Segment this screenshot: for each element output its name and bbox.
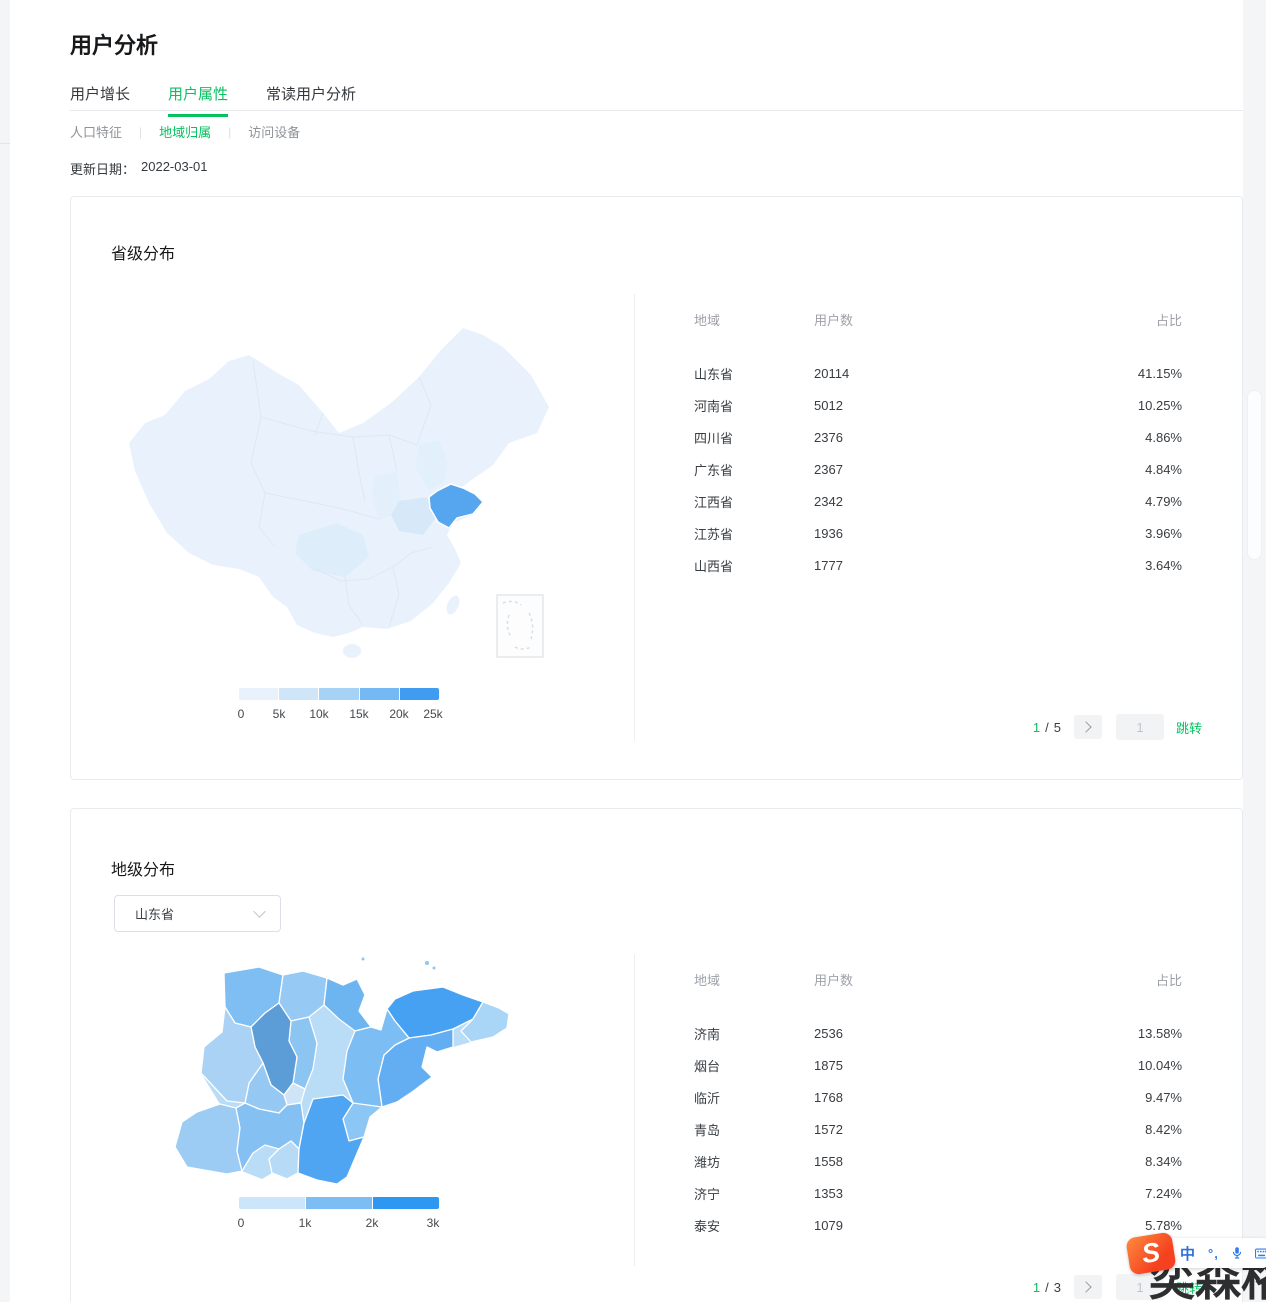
city-distribution-card: 地级分布 山东省 — [70, 808, 1243, 1302]
province-table: 地域 用户数 占比 山东省2011441.15% 河南省501210.25% 四… — [694, 309, 1182, 581]
city-card-title: 地级分布 — [111, 856, 175, 880]
legend-gradient-bar — [239, 1197, 439, 1209]
left-gutter-divider — [0, 143, 10, 144]
col-header-users: 用户数 — [814, 970, 1112, 989]
table-row: 广东省23674.84% — [694, 453, 1182, 485]
tab-user-growth[interactable]: 用户增长 — [70, 83, 130, 116]
chevron-right-icon — [1081, 721, 1092, 732]
table-row: 江苏省19363.96% — [694, 517, 1182, 549]
table-row: 河南省501210.25% — [694, 389, 1182, 421]
province-card-title: 省级分布 — [111, 240, 175, 264]
table-row: 临沂17689.47% — [694, 1081, 1182, 1113]
update-date-value: 2022-03-01 — [141, 159, 208, 178]
ime-language-toggle[interactable]: 中 — [1180, 1243, 1195, 1264]
page-title: 用户分析 — [70, 28, 158, 60]
tab-regular-readers[interactable]: 常读用户分析 — [266, 83, 356, 116]
table-row: 烟台187510.04% — [694, 1049, 1182, 1081]
table-header-row: 地域 用户数 占比 — [694, 309, 1182, 329]
table-row: 泰安10795.78% — [694, 1209, 1182, 1241]
legend-ticks: 0 1k 2k 3k — [239, 1216, 439, 1231]
col-header-users: 用户数 — [814, 310, 1112, 329]
update-date-label: 更新日期： — [70, 159, 135, 178]
main-tabs: 用户增长 用户属性 常读用户分析 — [70, 83, 356, 116]
total-pages: 5 — [1054, 720, 1061, 735]
scrollbar-track[interactable] — [1243, 0, 1266, 1302]
subtab-region[interactable]: 地域归属 — [159, 122, 211, 141]
col-header-pct: 占比 — [1112, 970, 1182, 989]
legend-ticks: 0 5k 10k 15k 20k 25k — [239, 707, 439, 722]
tab-user-attributes[interactable]: 用户属性 — [168, 83, 228, 116]
ime-punctuation-toggle[interactable]: °, — [1208, 1246, 1219, 1261]
table-row: 山东省2011441.15% — [694, 357, 1182, 389]
update-date-row: 更新日期： 2022-03-01 — [70, 159, 208, 178]
total-pages: 3 — [1054, 1280, 1061, 1295]
current-page: 1 — [1033, 1280, 1040, 1295]
table-row: 济南253613.58% — [694, 1017, 1182, 1049]
scrollbar-thumb[interactable] — [1247, 390, 1262, 560]
keyboard-icon[interactable] — [1255, 1247, 1266, 1260]
column-divider — [634, 294, 635, 741]
china-choropleth-map[interactable] — [101, 295, 581, 675]
ime-toolbar: S 中 °, — [1128, 1236, 1266, 1274]
shandong-choropleth-map[interactable] — [141, 951, 561, 1211]
sogou-logo-icon[interactable]: S — [1125, 1232, 1176, 1276]
current-page: 1 — [1033, 720, 1040, 735]
subtab-separator: | — [139, 125, 142, 139]
table-row: 山西省17773.64% — [694, 549, 1182, 581]
col-header-region: 地域 — [694, 970, 814, 989]
table-row: 潍坊15588.34% — [694, 1145, 1182, 1177]
province-pagination: 1 / 5 跳转 — [1033, 714, 1202, 740]
user-analysis-page: 用户分析 用户增长 用户属性 常读用户分析 人口特征 | 地域归属 | 访问设备… — [0, 0, 1266, 1302]
left-gutter — [0, 0, 10, 1302]
table-row: 青岛15728.42% — [694, 1113, 1182, 1145]
legend-gradient-bar — [239, 688, 439, 700]
next-page-button[interactable] — [1074, 715, 1102, 739]
province-distribution-card: 省级分布 — [70, 196, 1243, 780]
city-table: 地域 用户数 占比 济南253613.58% 烟台187510.04% 临沂17… — [694, 969, 1182, 1241]
subtab-devices[interactable]: 访问设备 — [248, 122, 300, 141]
table-row: 江西省23424.79% — [694, 485, 1182, 517]
province-select-value: 山东省 — [135, 904, 174, 923]
col-header-pct: 占比 — [1112, 310, 1182, 329]
sub-tabs: 人口特征 | 地域归属 | 访问设备 — [70, 122, 300, 141]
tabs-divider — [70, 110, 1243, 111]
chevron-down-icon — [253, 905, 266, 918]
chevron-right-icon — [1081, 1281, 1092, 1292]
table-row: 四川省23764.86% — [694, 421, 1182, 453]
microphone-icon[interactable] — [1232, 1245, 1242, 1261]
subtab-demographics[interactable]: 人口特征 — [70, 122, 122, 141]
page-jump-input[interactable] — [1116, 714, 1164, 740]
col-header-region: 地域 — [694, 310, 814, 329]
next-page-button[interactable] — [1074, 1275, 1102, 1299]
table-row: 济宁13537.24% — [694, 1177, 1182, 1209]
south-china-sea-inset — [497, 595, 543, 657]
province-map-legend: 0 5k 10k 15k 20k 25k — [239, 688, 439, 722]
subtab-separator: | — [228, 125, 231, 139]
jump-button[interactable]: 跳转 — [1176, 718, 1202, 737]
city-map-legend: 0 1k 2k 3k — [239, 1197, 439, 1231]
table-header-row: 地域 用户数 占比 — [694, 969, 1182, 989]
province-select-dropdown[interactable]: 山东省 — [114, 895, 281, 932]
column-divider — [634, 954, 635, 1266]
